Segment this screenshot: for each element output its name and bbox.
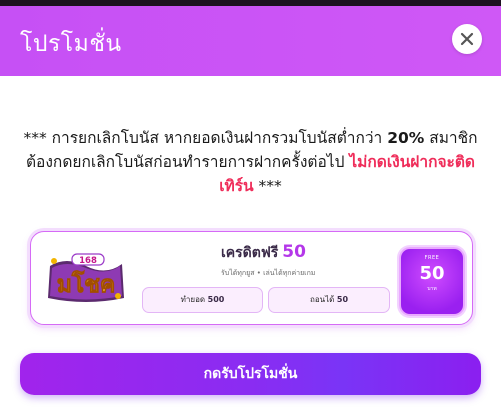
free-unit: บาท bbox=[427, 286, 437, 292]
withdraw-value: 50 bbox=[336, 295, 349, 304]
notice-prefix: *** การยกเลิกโบนัส หากยอดเงินฝากรวมโบนัส… bbox=[23, 129, 388, 147]
promotion-card[interactable]: 168 มโชค เครดิตฟรี 50 รับได้ทุกยูส • เล่น… bbox=[30, 231, 473, 325]
turnover-pill: ทำยอด 500 bbox=[142, 287, 263, 313]
free-label: FREE bbox=[424, 255, 440, 261]
free-credit-badge: FREE 50 บาท bbox=[399, 247, 465, 316]
close-button[interactable] bbox=[452, 24, 482, 54]
promo-title-label: เครดิตฟรี bbox=[221, 245, 279, 261]
turnover-value: 500 bbox=[207, 295, 225, 304]
free-amount: 50 bbox=[419, 263, 445, 284]
modal-header: โปรโมชั่น bbox=[0, 6, 501, 76]
logo-badge-text: 168 bbox=[79, 256, 97, 266]
promo-title-value: 50 bbox=[282, 242, 306, 262]
notice-suffix: *** bbox=[253, 177, 282, 195]
bonus-cancel-notice: *** การยกเลิกโบนัส หากยอดเงินฝากรวมโบนัส… bbox=[20, 126, 481, 198]
logo-text: มโชค bbox=[57, 270, 116, 298]
notice-percent: 20% bbox=[387, 129, 425, 147]
close-icon bbox=[460, 32, 474, 46]
turnover-label: ทำยอด bbox=[180, 295, 206, 304]
claim-promotion-button[interactable]: กดรับโปรโมชั่น bbox=[20, 353, 481, 395]
withdraw-label: ถอนได้ bbox=[309, 295, 335, 304]
promo-title: เครดิตฟรี 50 bbox=[221, 242, 306, 264]
modal-title: โปรโมชั่น bbox=[20, 31, 122, 57]
brand-logo: 168 มโชค bbox=[48, 253, 124, 302]
promo-subtitle: รับได้ทุกยูส • เล่นได้ทุกค่ายเกม bbox=[221, 269, 316, 277]
withdraw-pill: ถอนได้ 50 bbox=[268, 287, 390, 313]
